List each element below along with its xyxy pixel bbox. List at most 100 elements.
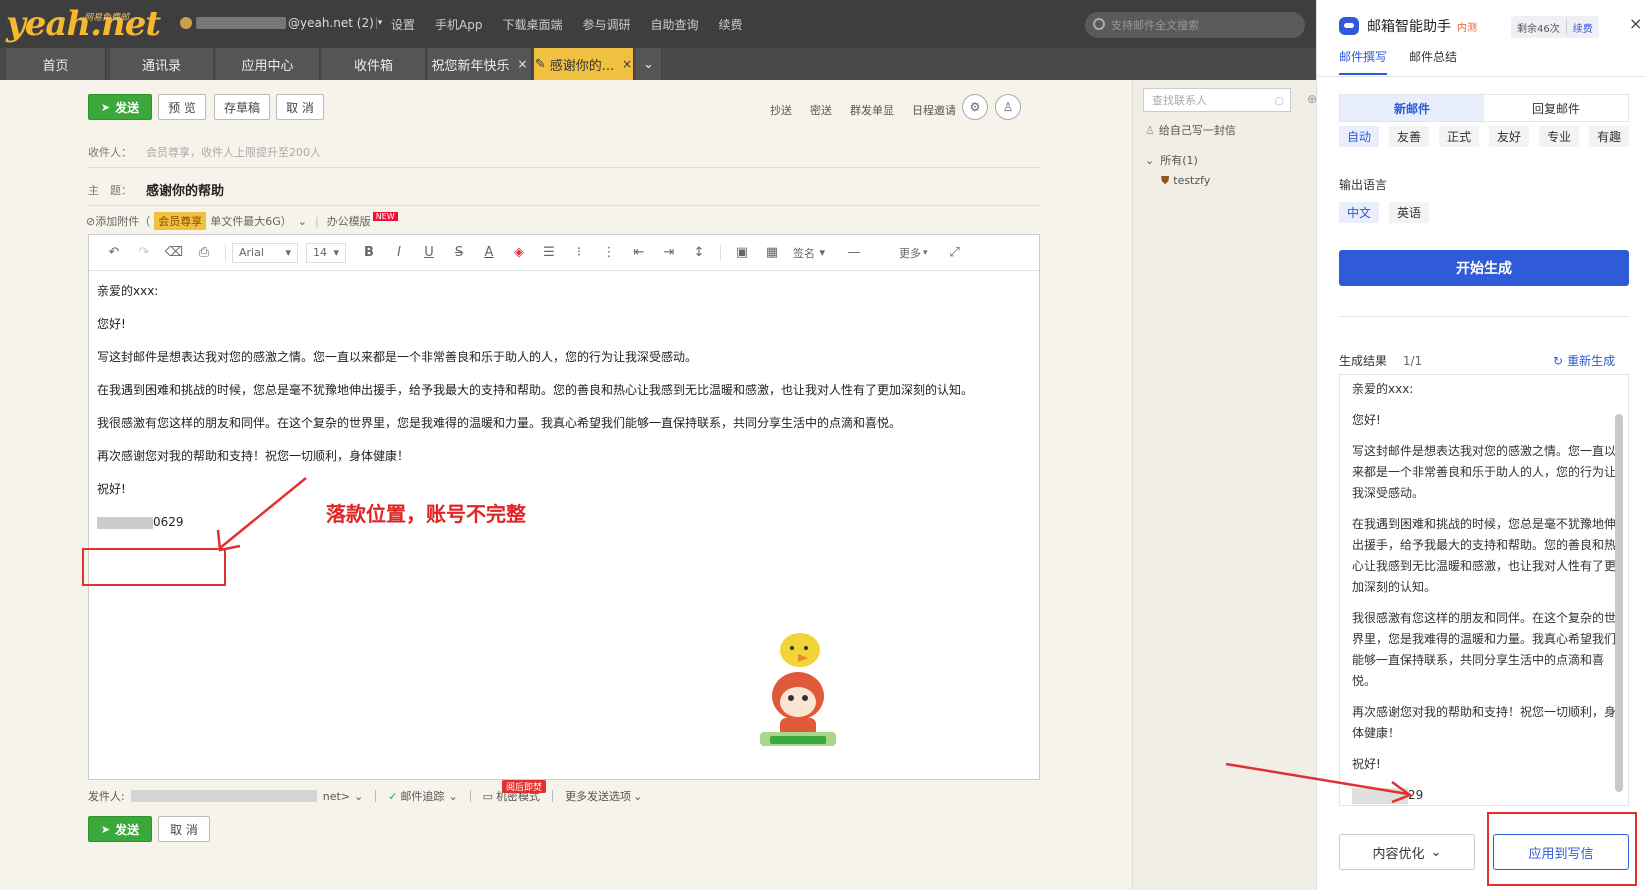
check-circle-icon: ✓ [388,789,398,803]
settings-gear-icon[interactable]: ⚙ [962,94,988,120]
result-count: 1/1 [1402,354,1423,368]
mail-tracking-toggle[interactable]: 邮件追踪 [400,788,444,804]
tab-compose[interactable]: 邮件撰写 [1339,48,1388,75]
send-icon: ➤ [100,100,111,114]
fullscreen-icon[interactable]: ⤢ [940,245,970,260]
tone-friendly[interactable]: 友好 [1489,126,1530,147]
highlight-color-icon[interactable]: ◈ [504,245,534,260]
contact-search-input[interactable]: 查找联系人 ○ [1143,88,1291,112]
tab-app-center[interactable]: 应用中心 [216,48,320,80]
result-scrollbar[interactable] [1615,384,1623,804]
mode-new-mail[interactable]: 新邮件 [1340,95,1484,121]
tab-new-year-mail[interactable]: 祝您新年快乐 × [428,48,532,80]
undo-icon[interactable]: ↶ [99,245,129,260]
result-paragraph: 再次感谢您对我的帮助和支持！祝您一切顺利，身体健康！ [1352,705,1617,740]
separate-send-link[interactable]: 群发单显 [850,102,894,118]
regenerate-button[interactable]: ↻ 重新生成 [1553,352,1615,369]
cc-link[interactable]: 抄送 [770,102,792,118]
cancel-button-bottom[interactable]: 取 消 [158,816,210,842]
indent-icon[interactable]: ⇥ [654,245,684,260]
chevron-down-icon[interactable]: ⌄ [298,215,307,228]
tab-home[interactable]: 首页 [6,48,106,80]
mail-search-input[interactable]: 支持邮件全文搜索 [1085,12,1305,38]
body-paragraph: 再次感谢您对我的帮助和支持！祝您一切顺利，身体健康！ [97,449,410,463]
nav-self-service[interactable]: 自助查询 [651,16,699,33]
tone-auto[interactable]: 自动 [1339,126,1380,147]
lang-chinese[interactable]: 中文 [1339,202,1380,223]
font-size-select[interactable]: 14 ▾ [306,242,346,263]
font-color-icon[interactable]: A [474,245,504,260]
eraser-icon[interactable]: ⌫ [159,245,189,260]
line-height-icon[interactable]: ↕ [684,245,714,260]
office-template-link[interactable]: 办公模版 [327,213,371,229]
scrollbar-thumb[interactable] [1615,414,1623,792]
quota-remaining: 剩余46次 [1517,23,1560,35]
outdent-icon[interactable]: ⇤ [624,245,654,260]
signature-select[interactable]: 签名 ▾ [787,243,831,263]
generated-result[interactable]: 亲爱的xxx: 您好! 写这封邮件是想表达我对您的感激之情。您一直以来都是一个非… [1339,374,1629,806]
to-field[interactable]: 收件人： 会员尊享，收件人上限提升至200人 [88,136,1040,168]
nav-download-desktop[interactable]: 下载桌面端 [502,16,562,33]
send-button[interactable]: ➤ 发送 [88,94,152,120]
tab-compose-thanks[interactable]: ✎ 感谢你的... × [534,48,634,80]
underline-icon[interactable]: U [414,245,444,260]
tab-overflow-button[interactable]: ⌄ [636,48,662,80]
close-icon[interactable]: × [1629,14,1642,33]
save-draft-button[interactable]: 存草稿 [214,94,270,120]
tab-contacts[interactable]: 通讯录 [110,48,214,80]
signature-highlight-box [82,548,226,586]
contact-group-all[interactable]: ⌄ 所有(1) [1145,152,1198,168]
tone-fun[interactable]: 有趣 [1589,126,1630,147]
mode-reply-mail[interactable]: 回复邮件 [1484,95,1628,121]
lang-english[interactable]: 英语 [1389,202,1430,223]
chevron-down-icon: ▾ [819,246,825,259]
nav-survey[interactable]: 参与调研 [582,16,630,33]
tone-formal[interactable]: 正式 [1439,126,1480,147]
preview-button[interactable]: 预 览 [158,94,206,120]
tab-summary[interactable]: 邮件总结 [1409,48,1457,75]
content-optimize-dropdown[interactable]: 内容优化 ⌄ [1339,834,1475,870]
strikethrough-icon[interactable]: S [444,245,474,260]
horizontal-rule-icon[interactable]: — [839,245,869,260]
close-icon[interactable]: × [622,57,632,71]
table-icon[interactable]: ▦ [757,245,787,260]
divider [375,790,377,802]
format-painter-icon[interactable]: ⎙ [189,245,219,260]
compose-options: 抄送 密送 群发单显 日程邀请 [770,102,974,118]
renew-link[interactable]: 续费 [1565,19,1593,35]
italic-icon[interactable]: I [384,245,414,260]
divider: | [314,214,319,228]
redo-icon[interactable]: ↷ [129,245,159,260]
generate-button[interactable]: 开始生成 [1339,250,1629,286]
schedule-invite-link[interactable]: 日程邀请 [912,102,956,118]
write-to-self-link[interactable]: ♙ 给自己写一封信 [1145,122,1236,138]
numbered-list-icon[interactable]: ⋮ [594,245,624,260]
sender-select[interactable]: net> [323,790,350,803]
nav-mobile-app[interactable]: 手机App [435,16,482,33]
font-family-select[interactable]: Arial ▾ [232,242,298,263]
bold-icon[interactable]: B [354,245,384,260]
nav-settings[interactable]: 设置 [391,16,415,33]
send-button-bottom[interactable]: ➤ 发送 [88,816,152,842]
tone-kind[interactable]: 友善 [1389,126,1430,147]
cancel-button[interactable]: 取 消 [276,94,324,120]
tone-professional[interactable]: 专业 [1539,126,1580,147]
contact-person-icon[interactable]: ♙ [995,94,1021,120]
image-icon[interactable]: ▣ [727,245,757,260]
nav-renew[interactable]: 续费 [719,16,743,33]
chevron-down-icon: ⌄ [643,56,654,72]
close-icon[interactable]: × [517,57,527,71]
more-send-options[interactable]: 更多发送选项 [565,788,631,804]
more-tools-button[interactable]: 更多 [899,245,921,261]
account-switcher[interactable]: @yeah.net (2) ▾ [180,16,382,30]
tab-inbox[interactable]: 收件箱 [322,48,426,80]
align-icon[interactable]: ☰ [534,245,564,260]
annotation-arrow-icon [216,477,307,552]
bullet-list-icon[interactable]: ⁝ [564,245,594,260]
bcc-link[interactable]: 密送 [810,102,832,118]
add-attachment-link[interactable]: 添加附件（ [95,213,150,229]
subject-field[interactable]: 主 题： 感谢你的帮助 [88,174,1040,206]
vip-badge: 会员尊享 [154,212,207,230]
contact-item[interactable]: ⛊ testzfy [1161,174,1210,188]
group-label: 所有(1) [1160,154,1198,167]
